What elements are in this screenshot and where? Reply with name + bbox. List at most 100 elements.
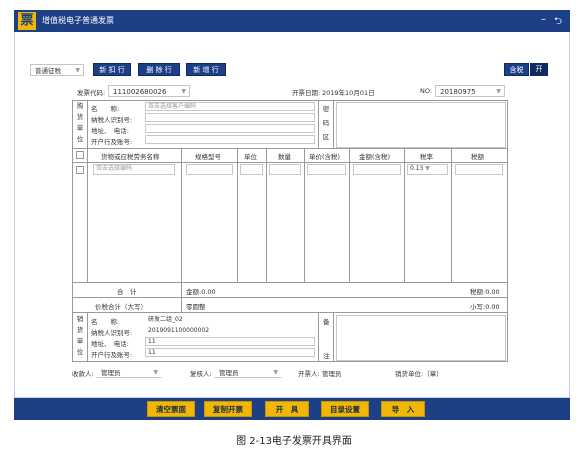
tax-included-toggle[interactable]: 开 [530,63,548,76]
col-header-spec: 规格型号 [195,153,221,161]
payee-value: 管理员 [101,369,121,377]
chevron-down-icon: ▼ [153,369,158,376]
checker-value: 管理员 [219,369,239,377]
item-qty-input[interactable] [269,164,301,175]
chevron-down-icon: ▼ [75,67,80,74]
invoice-code-label: 发票代码: [77,89,106,97]
item-spec-input[interactable] [186,164,233,175]
col-header-tax: 税额 [471,153,484,161]
seller-unit-label: 销货单位:（章） [395,370,443,378]
col-header-tax-rate: 税率 [420,153,433,161]
window-title: 增值税电子普通发票 [42,16,114,25]
minimize-icon[interactable]: – [541,14,546,25]
chevron-down-icon: ▼ [425,165,430,172]
buyer-address-input[interactable] [145,124,315,133]
import-button[interactable]: 导 入 [381,401,425,417]
buyer-name-label: 名 称: [91,105,120,113]
total-amount: 金额:0.00 [186,288,216,296]
invoice-no-select[interactable]: 20180975 ▼ [435,85,505,97]
tax-included-label[interactable]: 含税 [504,63,529,76]
cipher-area-label: 密码区 [322,102,330,144]
figure-caption: 图 2-13电子发票开具界面 [236,436,352,447]
copy-row-button[interactable]: 新 扣 行 [93,63,131,76]
item-unit-input[interactable] [240,164,263,175]
cipher-area [336,102,506,148]
seller-taxid-value: 2019091100000002 [145,326,315,335]
row-checkbox[interactable] [76,166,84,174]
seller-side-char: 位 [76,348,84,356]
invoice-date-label: 开票日期: [292,89,321,97]
app-logo-icon: 票 [18,12,36,30]
clear-invoice-button[interactable]: 清空票面 [147,401,195,417]
total-tax: 税额:0.00 [470,288,500,296]
cipher-char: 码 [322,119,330,127]
invoice-no-value: 20180975 [440,88,476,96]
buyer-taxid-label: 纳税人识别号: [91,116,133,124]
sum-label: 合 计 [117,288,137,296]
buyer-bank-input[interactable] [145,135,315,144]
item-tax-input[interactable] [455,164,503,175]
payee-select[interactable]: 管理员 ▼ [96,366,162,378]
item-amount-input[interactable] [353,164,401,175]
col-header-qty: 数量 [278,153,291,161]
cipher-char: 区 [322,133,330,141]
col-header-amount: 金额(含税) [359,153,391,161]
seller-bank-value[interactable]: 11 [145,348,315,357]
buyer-side-char: 货 [76,113,84,121]
invoice-type-select[interactable]: 普通征税 ▼ [30,64,84,76]
buyer-side-label: 购货单位 [76,101,84,145]
grand-total-chinese: 零圆整 [186,303,206,311]
remark-label-bottom: 注 [323,352,330,360]
buyer-taxid-input[interactable] [145,113,315,122]
issue-invoice-button[interactable]: 开 具 [265,401,309,417]
buyer-address-label: 地址、 电话: [91,127,129,135]
footer-toolbar: 清空票面 复制开票 开 具 目录设置 导 入 [14,398,570,420]
catalog-settings-button[interactable]: 目录设置 [321,401,369,417]
item-price-input[interactable] [307,164,346,175]
item-tax-rate-value: 0.13 [410,165,424,172]
invoice-no-label: NO: [420,87,433,95]
buyer-side-char: 位 [76,135,84,143]
title-bar: 票 增值税电子普通发票 – ⮌ [14,10,570,32]
delete-row-button[interactable]: 删 除 行 [138,63,180,76]
cipher-char: 密 [322,105,330,113]
remark-input[interactable] [336,315,506,361]
seller-name-value: 研发二组_02 [145,315,315,324]
add-row-button[interactable]: 新 增 行 [186,63,226,76]
invoice-code-value: 111002680026 [113,88,167,96]
copy-invoice-button[interactable]: 复制开票 [204,401,252,417]
item-name-input[interactable]: 双击选择编码 [93,164,175,175]
seller-bank-label: 开户行及账号: [91,351,133,359]
invoice-date-value: 2019年10月01日 [322,89,375,97]
payee-label: 收款人: [72,370,94,378]
drawer-value: 管理员 [322,370,342,378]
grand-total-label: 价税合计（大写） [95,303,147,311]
invoice-code-select[interactable]: 111002680026 ▼ [108,85,190,97]
buyer-name-input[interactable]: 双击选择客户编码 [145,102,315,111]
item-tax-rate-select[interactable]: 0.13 ▼ [407,164,448,175]
col-header-unit: 单位 [244,153,257,161]
seller-name-label: 名 称: [91,318,120,326]
seller-address-value[interactable]: 11 [145,337,315,346]
seller-side-char: 单 [76,337,84,345]
back-icon[interactable]: ⮌ [554,14,562,31]
seller-side-label: 销货单位 [76,314,84,358]
checker-select[interactable]: 管理员 ▼ [214,366,282,378]
buyer-bank-label: 开户行及账号: [91,138,133,146]
col-header-price: 单价(含税) [309,153,341,161]
seller-side-char: 货 [76,326,84,334]
checker-label: 复核人: [190,370,212,378]
invoice-type-value: 普通征税 [35,67,61,75]
seller-taxid-label: 纳税人识别号: [91,329,133,337]
col-header-name: 货物或应税劳务名称 [101,153,160,161]
chevron-down-icon: ▼ [273,369,278,376]
chevron-down-icon: ▼ [181,88,186,95]
buyer-side-char: 购 [76,102,84,110]
seller-side-char: 销 [76,315,84,323]
select-all-checkbox[interactable] [76,151,84,159]
grand-total-small: 小写:0.00 [470,303,500,311]
remark-label-top: 备 [323,318,330,326]
chevron-down-icon: ▼ [496,88,501,95]
seller-address-label: 地址、 电话: [91,340,129,348]
drawer-label: 开票人: [298,370,320,378]
